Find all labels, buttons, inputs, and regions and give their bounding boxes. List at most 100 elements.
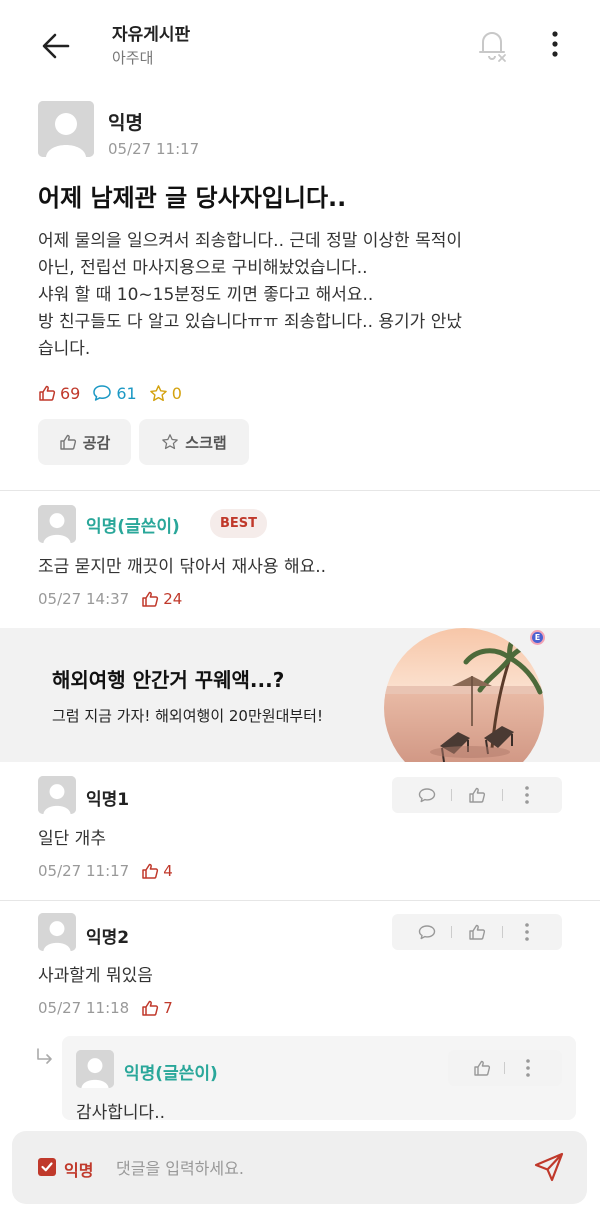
more-options-button[interactable] bbox=[541, 28, 569, 62]
star-icon bbox=[149, 384, 167, 401]
comment-like-button[interactable] bbox=[460, 780, 494, 810]
notification-toggle-button[interactable] bbox=[474, 26, 510, 64]
arrow-left-icon bbox=[42, 33, 70, 59]
scrap-button-label: 스크랩 bbox=[185, 433, 227, 452]
check-icon bbox=[41, 1162, 53, 1172]
anonymous-checkbox[interactable] bbox=[38, 1158, 56, 1176]
post-author-avatar bbox=[38, 101, 94, 157]
comment-like-count: 24 bbox=[141, 590, 182, 608]
ad-beach-image bbox=[384, 628, 544, 762]
thumbs-up-icon bbox=[59, 434, 76, 450]
thumbs-up-icon bbox=[469, 924, 486, 940]
comment-timestamp: 05/27 11:17 bbox=[38, 862, 130, 880]
ad-banner[interactable]: 해외여행 안간거 꾸웨액...? 그럼 지금 가자! 해외여행이 20만원대부터… bbox=[0, 628, 600, 762]
board-title: 자유게시판 bbox=[112, 25, 191, 45]
reply-like-button[interactable] bbox=[465, 1053, 499, 1083]
comment-more-button[interactable] bbox=[510, 780, 544, 810]
divider bbox=[0, 490, 600, 491]
reply-author-name: 익명(글쓴이) bbox=[124, 1064, 218, 1084]
comment-like-button[interactable] bbox=[460, 917, 494, 947]
comment-avatar bbox=[38, 776, 76, 814]
comment-timestamp: 05/27 11:18 bbox=[38, 999, 130, 1017]
comment-avatar bbox=[76, 1050, 114, 1088]
reply-arrow-icon bbox=[34, 1046, 56, 1068]
like-count-value: 69 bbox=[60, 383, 81, 403]
comment-count-value: 61 bbox=[116, 383, 137, 403]
paper-plane-icon bbox=[534, 1152, 564, 1182]
like-count: 69 bbox=[38, 384, 80, 403]
default-avatar-icon bbox=[38, 776, 76, 814]
scrap-count: 0 bbox=[149, 384, 182, 403]
comment-author-name: 익명1 bbox=[86, 790, 130, 810]
comment-like-value: 4 bbox=[163, 862, 173, 880]
separator bbox=[451, 926, 453, 938]
separator bbox=[504, 1062, 506, 1074]
reply-actions bbox=[448, 1050, 562, 1086]
reply-more-button[interactable] bbox=[511, 1053, 545, 1083]
star-icon bbox=[162, 434, 179, 450]
comment-avatar bbox=[38, 913, 76, 951]
scrap-count-value: 0 bbox=[171, 383, 182, 403]
post-timestamp: 05/27 11:17 bbox=[108, 140, 200, 158]
post-stats: 69 61 0 bbox=[38, 381, 194, 405]
best-badge: BEST bbox=[210, 509, 267, 538]
comment-avatar bbox=[38, 505, 76, 543]
ad-subtitle: 그럼 지금 가자! 해외여행이 20만원대부터! bbox=[52, 707, 323, 725]
thumbs-up-icon bbox=[39, 385, 56, 401]
thumbs-up-icon bbox=[142, 591, 159, 607]
thumbs-up-icon bbox=[469, 787, 486, 803]
comment-like-count: 7 bbox=[141, 999, 173, 1017]
thumbs-up-icon bbox=[142, 863, 159, 879]
more-vertical-icon bbox=[525, 923, 529, 941]
comment-author-name: 익명2 bbox=[86, 928, 130, 948]
back-button[interactable] bbox=[38, 28, 74, 64]
post-body-line: 아닌, 전립선 마사지용으로 구비해놨었습니다.. bbox=[38, 258, 368, 278]
thumbs-up-icon bbox=[142, 1000, 159, 1016]
speech-bubble-icon bbox=[93, 385, 112, 401]
like-button-label: 공감 bbox=[82, 433, 111, 452]
thumbs-up-icon bbox=[474, 1060, 490, 1076]
more-vertical-icon bbox=[526, 1059, 530, 1077]
comment-actions bbox=[392, 914, 562, 950]
comment-meta: 05/27 11:18 7 bbox=[38, 999, 173, 1017]
like-button[interactable]: 공감 bbox=[38, 419, 131, 465]
post-author-name: 익명 bbox=[108, 112, 143, 134]
bell-off-icon bbox=[479, 32, 506, 62]
separator bbox=[501, 789, 503, 801]
comment-actions bbox=[392, 777, 562, 813]
comment-input-bar: 익명 bbox=[12, 1131, 587, 1204]
post-body: 어제 물의을 일으켜서 죄송합니다.. 근데 정말 이상한 목적이 아닌, 전립… bbox=[38, 228, 568, 363]
default-avatar-icon bbox=[38, 101, 94, 157]
ad-title: 해외여행 안간거 꾸웨액...? bbox=[52, 668, 285, 692]
default-avatar-icon bbox=[38, 505, 76, 543]
more-vertical-icon bbox=[552, 31, 558, 57]
more-vertical-icon bbox=[525, 786, 529, 804]
send-button[interactable] bbox=[530, 1148, 568, 1186]
comment-timestamp: 05/27 14:37 bbox=[38, 590, 130, 608]
reply-text: 감사합니다.. bbox=[76, 1103, 166, 1123]
post-body-line: 습니다. bbox=[38, 339, 91, 359]
default-avatar-icon bbox=[38, 913, 76, 951]
comment-text: 사과할게 뭐있음 bbox=[38, 966, 153, 986]
post-body-line: 어제 물의을 일으켜서 죄송합니다.. 근데 정말 이상한 목적이 bbox=[38, 231, 462, 251]
reply-button[interactable] bbox=[410, 780, 444, 810]
default-avatar-icon bbox=[76, 1050, 114, 1088]
reply-comment: 익명(글쓴이) 감사합니다.. bbox=[62, 1036, 576, 1123]
post-title: 어제 남제관 글 당사자입니다.. bbox=[38, 184, 347, 212]
comment-text: 조금 묻지만 깨끗이 닦아서 재사용 해요.. bbox=[38, 557, 327, 577]
comment-count: 61 bbox=[92, 383, 137, 403]
reply-button[interactable] bbox=[410, 917, 444, 947]
scrap-button[interactable]: 스크랩 bbox=[139, 419, 249, 465]
post-body-line: 방 친구들도 다 알고 있습니다ㅠㅠ 죄송합니다.. 용기가 안났 bbox=[38, 312, 462, 332]
ad-info-badge[interactable]: E bbox=[530, 630, 545, 645]
anonymous-label[interactable]: 익명 bbox=[64, 1157, 93, 1181]
speech-bubble-icon bbox=[418, 925, 435, 940]
speech-bubble-icon bbox=[418, 788, 435, 803]
comment-like-value: 7 bbox=[163, 999, 173, 1017]
comment-input[interactable] bbox=[116, 1153, 516, 1183]
comment-more-button[interactable] bbox=[510, 917, 544, 947]
comment-author-name: 익명(글쓴이) bbox=[86, 517, 180, 537]
comment-text: 일단 개추 bbox=[38, 829, 106, 849]
app-header: 자유게시판 아주대 bbox=[0, 0, 600, 90]
post-body-line: 샤워 할 때 10~15분정도 끼면 좋다고 해서요.. bbox=[38, 285, 374, 305]
